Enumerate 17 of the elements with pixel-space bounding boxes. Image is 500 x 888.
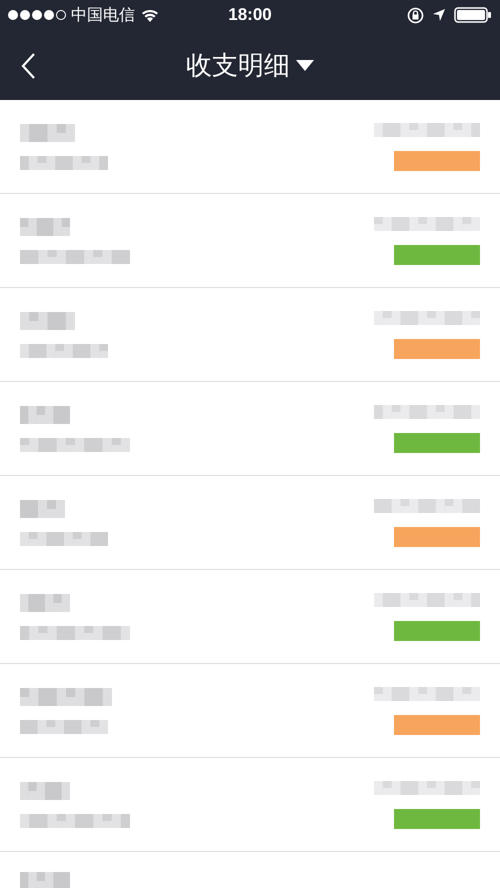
redacted-text [20, 594, 70, 612]
clock-time: 18:00 [228, 5, 272, 24]
redacted-text [20, 500, 65, 518]
back-icon[interactable] [20, 52, 36, 80]
redacted-text [20, 782, 70, 800]
rotation-lock-icon [406, 6, 424, 24]
battery-icon [454, 7, 492, 23]
carrier-name: 中国电信 [71, 6, 135, 26]
wifi-icon [140, 8, 160, 22]
redacted-text [20, 218, 70, 236]
signal-icon [8, 10, 66, 20]
redacted-text [20, 124, 75, 142]
page-title[interactable]: 收支明细 [186, 48, 290, 82]
dropdown-icon[interactable] [296, 60, 314, 70]
location-icon [432, 8, 446, 22]
redacted-text [20, 312, 75, 330]
redacted-text [20, 406, 70, 424]
